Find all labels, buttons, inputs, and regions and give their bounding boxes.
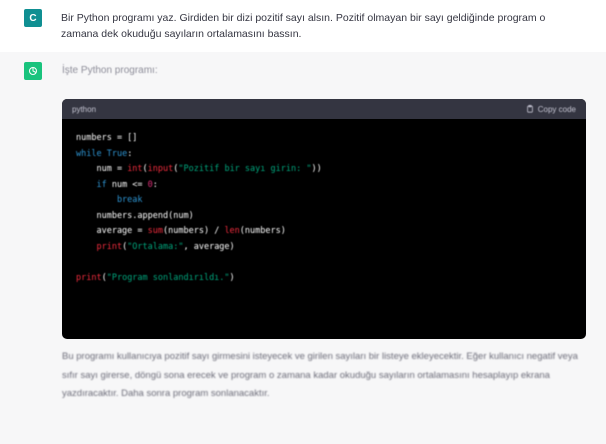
code-token: numbers = [] <box>76 133 138 143</box>
code-block: python Copy code numbers = [] while True:… <box>62 99 586 339</box>
code-token: "Ortalama:" <box>127 241 184 252</box>
code-token: numbers.append(num) <box>76 210 194 221</box>
code-token: : <box>152 179 158 190</box>
code-line: num = int(input("Pozitif bir sayı girin:… <box>76 162 572 178</box>
code-token: True <box>106 148 128 159</box>
code-token: "Program sonlandırıldı." <box>106 272 230 283</box>
code-line: numbers.append(num) <box>76 209 572 225</box>
code-line: if num <= 0: <box>76 178 572 194</box>
code-token: len <box>224 226 240 236</box>
user-message-text: Bir Python programı yaz. Girdiden bir di… <box>61 12 546 40</box>
code-token: sum <box>147 226 164 236</box>
code-line: break <box>76 193 572 209</box>
code-token: )) <box>311 164 322 174</box>
clipboard-icon <box>526 105 533 113</box>
code-token: input <box>147 164 174 174</box>
code-content: numbers = [] while True: num = int(input(… <box>62 119 586 298</box>
code-token: : <box>127 148 133 159</box>
code-line: average = sum(numbers) / len(numbers) <box>76 224 572 240</box>
code-token: num = <box>76 164 128 174</box>
code-token: average = <box>76 226 148 236</box>
code-line: print("Program sonlandırıldı.") <box>76 271 572 287</box>
copy-code-button[interactable]: Copy code <box>526 105 576 114</box>
code-token: print <box>76 241 123 252</box>
openai-logo-icon <box>24 62 42 80</box>
assistant-intro-text: İşte Python programı: <box>62 65 158 76</box>
user-avatar: C <box>24 9 42 27</box>
code-token: "Pozitif bir sayı girin: " <box>178 164 312 174</box>
code-token: (numbers) <box>239 226 286 236</box>
code-language-label: python <box>72 104 97 114</box>
code-token: while <box>76 148 107 159</box>
copy-code-label: Copy code <box>537 104 576 114</box>
user-message-row: C Bir Python programı yaz. Girdiden bir … <box>0 0 606 52</box>
code-line: while True: <box>76 147 572 163</box>
code-line: print("Ortalama:", average) <box>76 240 572 256</box>
code-token: print <box>76 272 102 283</box>
code-token: num <= <box>111 179 148 190</box>
code-token: if <box>76 179 112 190</box>
assistant-message-row: İşte Python programı: python Copy code n… <box>0 52 606 444</box>
code-token: break <box>76 195 143 205</box>
code-token: ) <box>229 272 235 283</box>
code-token: (numbers) / <box>163 226 225 236</box>
code-token: int <box>127 164 143 174</box>
code-token: , average) <box>183 241 235 252</box>
assistant-explanation-text: Bu programı kullanıcıya pozitif sayı gir… <box>62 351 578 399</box>
code-block-header: python Copy code <box>62 99 586 119</box>
code-line: numbers = [] <box>76 131 572 147</box>
